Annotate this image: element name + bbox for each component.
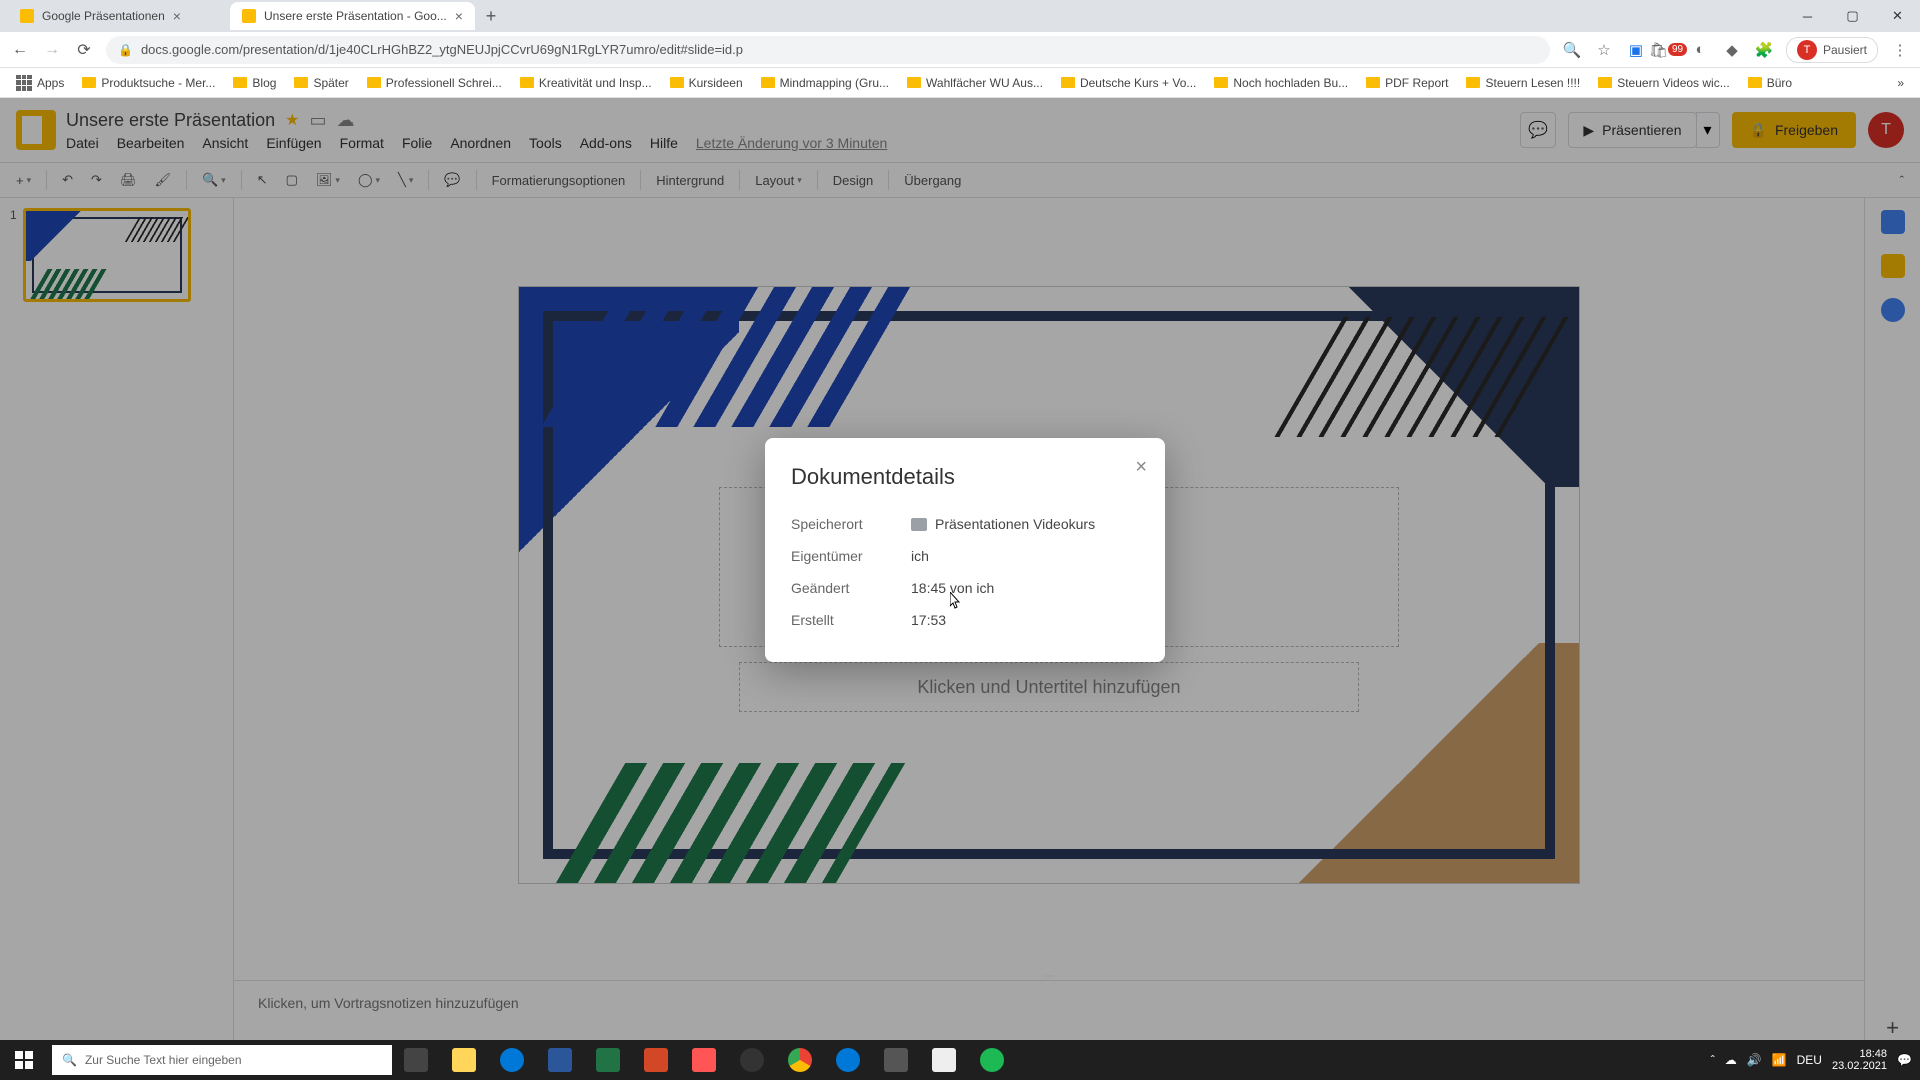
reload-button[interactable]: ⟳	[74, 40, 94, 60]
modal-row-modified: Geändert 18:45 von ich	[791, 572, 1139, 604]
tab-title: Google Präsentationen	[42, 9, 165, 23]
word-button[interactable]	[536, 1040, 584, 1080]
bookmark-item[interactable]: Kursideen	[664, 73, 749, 93]
bookmark-item[interactable]: Mindmapping (Gru...	[755, 73, 895, 93]
modal-value: 18:45 von ich	[911, 580, 1139, 596]
close-icon[interactable]: ×	[1135, 456, 1147, 479]
modal-title: Dokumentdetails	[791, 464, 1139, 490]
modal-value[interactable]: Präsentationen Videokurs	[911, 516, 1139, 532]
bookmark-item[interactable]: PDF Report	[1360, 73, 1454, 93]
chrome-button[interactable]	[776, 1040, 824, 1080]
edge-legacy-button[interactable]	[488, 1040, 536, 1080]
star-icon[interactable]: ☆	[1594, 40, 1614, 60]
search-placeholder: Zur Suche Text hier eingeben	[85, 1053, 242, 1067]
slides-icon	[242, 9, 256, 23]
modal-row-created: Erstellt 17:53	[791, 604, 1139, 636]
bookmark-item[interactable]: Produktsuche - Mer...	[76, 73, 221, 93]
avatar: T	[1797, 40, 1817, 60]
excel-button[interactable]	[584, 1040, 632, 1080]
search-icon: 🔍	[62, 1053, 77, 1067]
windows-taskbar: 🔍 Zur Suche Text hier eingeben ˆ ☁ 🔊 📶 D…	[0, 1040, 1920, 1080]
app-button[interactable]	[680, 1040, 728, 1080]
forward-button[interactable]: →	[42, 41, 62, 59]
modal-value: 17:53	[911, 612, 1139, 628]
bookmark-item[interactable]: Steuern Lesen !!!!	[1460, 73, 1586, 93]
clock[interactable]: 18:48 23.02.2021	[1832, 1048, 1887, 1072]
notepad-button[interactable]	[920, 1040, 968, 1080]
bookmark-item[interactable]: Blog	[227, 73, 282, 93]
bookmark-item[interactable]: Wahlfächer WU Aus...	[901, 73, 1049, 93]
close-icon[interactable]: ×	[455, 8, 463, 24]
zoom-icon[interactable]: 🔍	[1562, 40, 1582, 60]
modal-label: Speicherort	[791, 516, 911, 532]
extensions-icon[interactable]: 🧩	[1754, 40, 1774, 60]
tab-google-slides[interactable]: Google Präsentationen ×	[8, 2, 228, 30]
explorer-button[interactable]	[440, 1040, 488, 1080]
address-bar[interactable]: 🔒 docs.google.com/presentation/d/1je40CL…	[106, 36, 1550, 64]
new-tab-button[interactable]: +	[477, 2, 505, 30]
folder-icon	[911, 518, 927, 531]
extension-icon[interactable]: ▣	[1626, 40, 1646, 60]
minimize-button[interactable]: ─	[1785, 0, 1830, 32]
bookmark-item[interactable]: Steuern Videos wic...	[1592, 73, 1736, 93]
profile-pause-pill[interactable]: T Pausiert	[1786, 37, 1878, 63]
tab-current-doc[interactable]: Unsere erste Präsentation - Goo... ×	[230, 2, 475, 30]
tab-title: Unsere erste Präsentation - Goo...	[264, 9, 447, 23]
volume-icon[interactable]: 🔊	[1747, 1053, 1762, 1067]
app-button[interactable]	[872, 1040, 920, 1080]
extension-icon[interactable]: ◆	[1722, 40, 1742, 60]
url-text: docs.google.com/presentation/d/1je40CLrH…	[141, 42, 743, 57]
bookmark-item[interactable]: Büro	[1742, 73, 1798, 93]
apps-button[interactable]: Apps	[10, 72, 70, 94]
edge-button[interactable]	[824, 1040, 872, 1080]
document-details-modal: × Dokumentdetails Speicherort Präsentati…	[765, 438, 1165, 662]
menu-icon[interactable]: ⋮	[1890, 40, 1910, 60]
task-view-button[interactable]	[392, 1040, 440, 1080]
pause-label: Pausiert	[1823, 43, 1867, 57]
notifications-icon[interactable]: 💬	[1897, 1053, 1912, 1067]
extension-icon[interactable]: ◐	[1690, 40, 1710, 60]
taskbar-apps	[392, 1040, 1016, 1080]
start-button[interactable]	[0, 1040, 48, 1080]
window-controls: ─ ▢ ✕	[1785, 0, 1920, 32]
extension-icon[interactable]: 🛍99	[1658, 40, 1678, 60]
browser-toolbar: ← → ⟳ 🔒 docs.google.com/presentation/d/1…	[0, 32, 1920, 68]
system-tray: ˆ ☁ 🔊 📶 DEU 18:48 23.02.2021 💬	[1711, 1048, 1920, 1072]
bookmark-item[interactable]: Professionell Schrei...	[361, 73, 508, 93]
bookmark-item[interactable]: Kreativität und Insp...	[514, 73, 658, 93]
onedrive-icon[interactable]: ☁	[1725, 1053, 1737, 1067]
language-indicator[interactable]: DEU	[1797, 1053, 1822, 1067]
close-button[interactable]: ✕	[1875, 0, 1920, 32]
spotify-button[interactable]	[968, 1040, 1016, 1080]
modal-label: Eigentümer	[791, 548, 911, 564]
lock-icon: 🔒	[118, 43, 133, 57]
wifi-icon[interactable]: 📶	[1772, 1053, 1787, 1067]
bookmark-item[interactable]: Später	[288, 73, 354, 93]
bookmark-item[interactable]: Noch hochladen Bu...	[1208, 73, 1354, 93]
browser-toolbar-right: 🔍 ☆ ▣ 🛍99 ◐ ◆ 🧩 T Pausiert ⋮	[1562, 37, 1910, 63]
modal-value: ich	[911, 548, 1139, 564]
bookmark-item[interactable]: Deutsche Kurs + Vo...	[1055, 73, 1202, 93]
modal-row-owner: Eigentümer ich	[791, 540, 1139, 572]
modal-label: Geändert	[791, 580, 911, 596]
bookmarks-overflow[interactable]: »	[1891, 73, 1910, 93]
tray-chevron-icon[interactable]: ˆ	[1711, 1053, 1715, 1067]
modal-row-location: Speicherort Präsentationen Videokurs	[791, 508, 1139, 540]
obs-button[interactable]	[728, 1040, 776, 1080]
modal-overlay[interactable]: × Dokumentdetails Speicherort Präsentati…	[0, 98, 1920, 1040]
close-icon[interactable]: ×	[173, 8, 181, 24]
modal-label: Erstellt	[791, 612, 911, 628]
browser-tabs: Google Präsentationen × Unsere erste Prä…	[0, 0, 1920, 32]
bookmarks-bar: Apps Produktsuche - Mer... Blog Später P…	[0, 68, 1920, 98]
slides-icon	[20, 9, 34, 23]
back-button[interactable]: ←	[10, 41, 30, 59]
maximize-button[interactable]: ▢	[1830, 0, 1875, 32]
taskbar-search[interactable]: 🔍 Zur Suche Text hier eingeben	[52, 1045, 392, 1075]
powerpoint-button[interactable]	[632, 1040, 680, 1080]
